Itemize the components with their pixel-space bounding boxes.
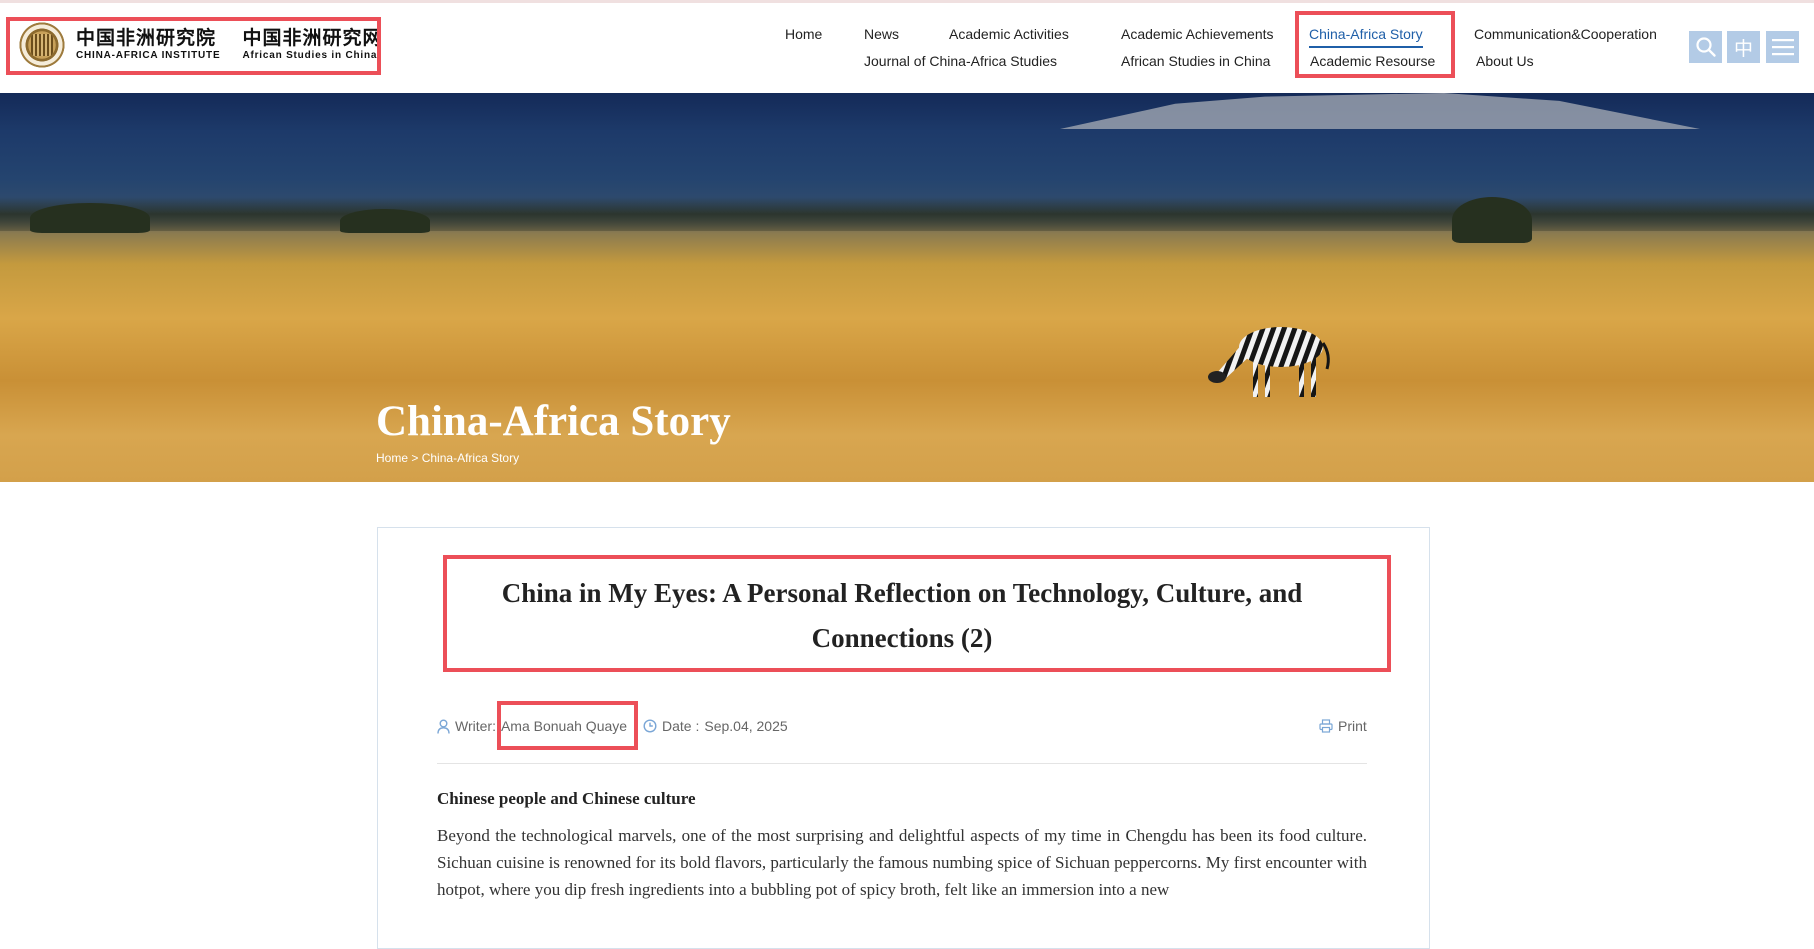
breadcrumb-current[interactable]: China-Africa Story [422,451,519,465]
banner-tree [1452,197,1532,243]
breadcrumb-home-link[interactable]: Home [376,451,408,465]
writer-name: Ama Bonuah Quaye [500,718,628,734]
writer-label: Writer: [455,718,496,734]
nav-home[interactable]: Home [785,24,822,44]
banner-mountain [1060,93,1700,129]
date-meta: Date : Sep.04, 2025 [643,718,788,734]
hamburger-menu-icon [1771,39,1794,56]
meta-divider [437,763,1367,764]
banner-tree [340,209,430,233]
nav-academic-achievements[interactable]: Academic Achievements [1121,24,1274,44]
article-title: China in My Eyes: A Personal Reflection … [501,578,1303,653]
nav-african-studies[interactable]: African Studies in China [1121,51,1270,71]
printer-icon [1319,719,1333,733]
banner-title: China-Africa Story [376,398,731,445]
user-icon [437,719,450,734]
search-icon [1695,37,1716,57]
banner-tree [30,203,150,233]
breadcrumb-separator: > [411,451,419,465]
nav-china-africa-story[interactable]: China-Africa Story [1309,24,1423,48]
clock-icon [643,719,657,733]
print-label: Print [1338,718,1367,734]
breadcrumb: Home > China-Africa Story [376,451,519,465]
article-date: Sep.04, 2025 [704,718,788,734]
writer-meta: Writer: Ama Bonuah Quaye [437,718,627,734]
print-button[interactable]: Print [1319,718,1367,734]
nav-communication-cooperation[interactable]: Communication&Cooperation [1474,24,1657,44]
page-banner: China-Africa Story Home > China-Africa S… [0,93,1814,482]
nav-news[interactable]: News [864,24,899,44]
search-button[interactable] [1689,31,1722,63]
menu-button[interactable] [1766,31,1799,63]
zebra-image [1208,327,1330,397]
banner-treeline [0,197,1814,231]
nav-academic-resourse[interactable]: Academic Resourse [1310,51,1435,71]
nav-about-us[interactable]: About Us [1476,51,1534,71]
language-toggle-button[interactable]: 中 [1727,31,1760,63]
date-label: Date : [662,718,700,734]
main-nav: Home News Academic Activities Academic A… [0,0,1814,90]
section-heading: Chinese people and Chinese culture [437,789,696,808]
nav-journal[interactable]: Journal of China-Africa Studies [864,51,1057,71]
nav-academic-activities[interactable]: Academic Activities [949,24,1069,44]
